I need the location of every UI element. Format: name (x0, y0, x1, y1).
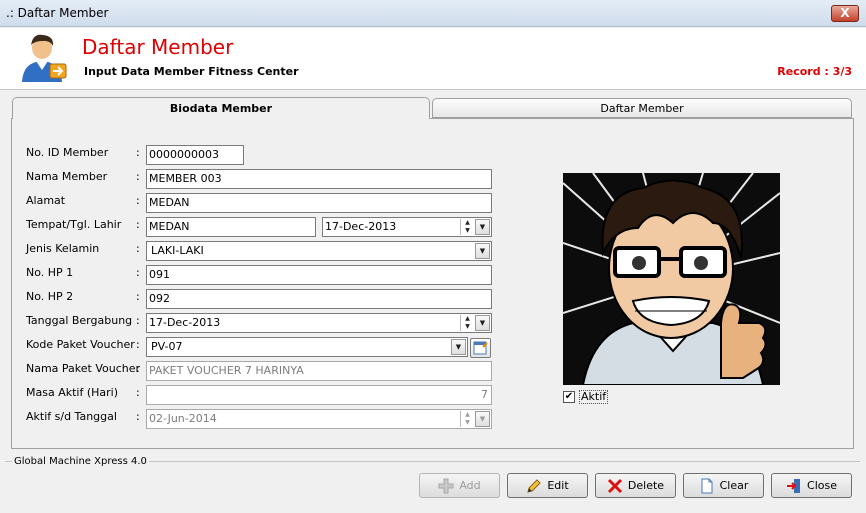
spin-down-icon[interactable]: ▼ (461, 227, 474, 235)
colon: : (136, 362, 140, 375)
aktif-sd-picker: 02-Jun-2014 ▲ ▼ ▼ (146, 409, 492, 429)
label-nama-paket: Nama Paket Voucher (26, 362, 141, 375)
colon: : (136, 338, 140, 351)
window-close-button[interactable]: X (831, 5, 859, 22)
colon: : (136, 170, 140, 183)
page-subtitle: Input Data Member Fitness Center (84, 65, 299, 78)
delete-button[interactable]: Delete (595, 473, 676, 498)
document-icon (701, 478, 713, 493)
delete-x-icon (607, 478, 622, 493)
spin-down-icon: ▼ (465, 419, 470, 426)
form-header: Daftar Member Input Data Member Fitness … (0, 28, 866, 90)
colon: : (136, 242, 140, 255)
label-jenis-kelamin: Jenis Kelamin (26, 242, 100, 255)
close-icon: X (840, 6, 850, 20)
window-title: .: Daftar Member (6, 6, 109, 20)
title-bar: .: Daftar Member X (0, 0, 866, 27)
colon: : (136, 194, 140, 207)
label-id-member: No. ID Member (26, 146, 109, 159)
label-hp2: No. HP 2 (26, 290, 74, 303)
kode-paket-value: PV-07 (151, 340, 183, 353)
checkmark-icon: ✔ (564, 391, 574, 402)
delete-button-label: Delete (627, 479, 665, 492)
dropdown-arrow-icon[interactable]: ▼ (475, 315, 490, 331)
add-button-label: Add (459, 479, 481, 492)
tanggal-lahir-picker[interactable]: 17-Dec-2013 ▲ ▼ ▼ (322, 217, 492, 237)
spin-up-icon[interactable]: ▲ (461, 219, 474, 227)
add-button[interactable]: Add (419, 473, 500, 498)
tempat-lahir-field[interactable]: MEDAN (146, 217, 316, 237)
edit-button[interactable]: Edit (507, 473, 588, 498)
dropdown-arrow-icon[interactable]: ▼ (475, 243, 490, 259)
label-aktif-sd: Aktif s/d Tanggal (26, 410, 117, 423)
jenis-kelamin-select[interactable]: LAKI-LAKI ▼ (146, 241, 492, 261)
colon: : (136, 146, 140, 159)
colon: : (136, 290, 140, 303)
close-button-label: Close (807, 479, 837, 492)
id-member-field[interactable]: 0000000003 (146, 145, 244, 165)
dropdown-arrow-icon: ▼ (475, 411, 490, 427)
label-nama-member: Nama Member (26, 170, 108, 183)
label-alamat: Alamat (26, 194, 66, 207)
label-kode-paket: Kode Paket Voucher (26, 338, 135, 351)
alamat-field[interactable]: MEDAN (146, 193, 492, 213)
spin-up-icon[interactable]: ▲ (461, 315, 474, 323)
member-photo (563, 173, 780, 385)
label-hp1: No. HP 1 (26, 266, 74, 279)
tanggal-bergabung-value: 17-Dec-2013 (149, 316, 221, 329)
nama-paket-field: PAKET VOUCHER 7 HARINYA (146, 361, 492, 381)
record-indicator: Record : 3/3 (777, 65, 852, 78)
label-masa-aktif: Masa Aktif (Hari) (26, 386, 119, 399)
dropdown-arrow-icon[interactable]: ▼ (475, 219, 490, 235)
tanggal-bergabung-picker[interactable]: 17-Dec-2013 ▲ ▼ ▼ (146, 313, 492, 333)
colon: : (136, 266, 140, 279)
aktif-label[interactable]: Aktif (579, 390, 609, 404)
jenis-kelamin-value: LAKI-LAKI (151, 244, 204, 257)
masa-aktif-field: 7 (146, 385, 492, 405)
tanggal-lahir-value: 17-Dec-2013 (325, 220, 397, 233)
close-button[interactable]: Close (771, 473, 852, 498)
colon: : (136, 314, 140, 327)
colon: : (136, 410, 140, 423)
tab-daftar-member[interactable]: Daftar Member (432, 98, 852, 118)
spin-up-icon: ▲ (465, 411, 470, 418)
lookup-voucher-button[interactable] (470, 338, 491, 358)
member-icon (22, 34, 67, 82)
member-photo-image (563, 173, 780, 385)
dropdown-arrow-icon[interactable]: ▼ (451, 339, 466, 355)
hp1-field[interactable]: 091 (146, 265, 492, 285)
exit-door-icon (787, 478, 801, 493)
page-title: Daftar Member (82, 35, 234, 59)
app-version-label: Global Machine Xpress 4.0 (12, 456, 149, 467)
clear-button[interactable]: Clear (683, 473, 764, 498)
clear-button-label: Clear (719, 479, 749, 492)
plus-icon (438, 478, 454, 493)
hp2-field[interactable]: 092 (146, 289, 492, 309)
date-spinner[interactable]: ▲ ▼ (460, 315, 474, 331)
date-spinner[interactable]: ▲ ▼ (460, 219, 474, 235)
label-tempat-tgl-lahir: Tempat/Tgl. Lahir (26, 218, 122, 231)
nama-member-field[interactable]: MEMBER 003 (146, 169, 492, 189)
tab-biodata-member[interactable]: Biodata Member (12, 97, 430, 119)
date-spinner: ▲ ▼ (460, 411, 474, 427)
aktif-sd-value: 02-Jun-2014 (149, 412, 217, 425)
spin-down-icon[interactable]: ▼ (461, 323, 474, 331)
pencil-icon (527, 478, 542, 493)
aktif-checkbox[interactable]: ✔ (563, 391, 575, 403)
calendar-lookup-icon (473, 341, 488, 355)
label-tanggal-bergabung: Tanggal Bergabung (26, 314, 133, 327)
kode-paket-select[interactable]: PV-07 ▼ (146, 337, 468, 357)
colon: : (136, 218, 140, 231)
colon: : (136, 386, 140, 399)
edit-button-label: Edit (547, 479, 569, 492)
